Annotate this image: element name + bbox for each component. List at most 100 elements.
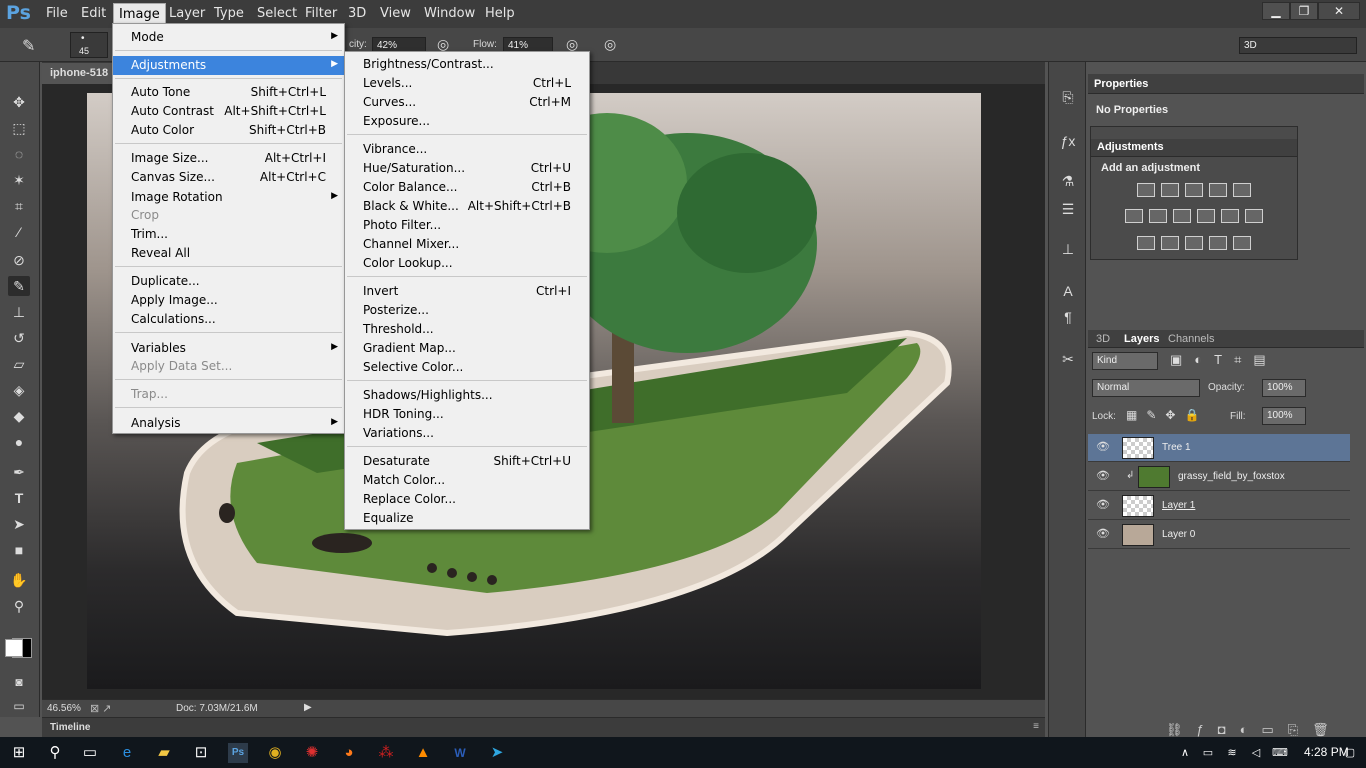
menu-item-shadows-highlights[interactable]: Shadows/Highlights...	[345, 386, 589, 405]
menu-item-curves[interactable]: Curves... Ctrl+M	[345, 93, 589, 112]
layer-row[interactable]: 👁 Tree 1	[1088, 434, 1350, 462]
layer-name[interactable]: Layer 0	[1162, 529, 1195, 540]
curves-icon[interactable]	[1185, 183, 1203, 197]
menu-item-replace-color[interactable]: Replace Color...	[345, 490, 589, 509]
menu-item-calculations[interactable]: Calculations...	[113, 310, 344, 329]
visibility-eye-icon[interactable]: 👁	[1096, 440, 1110, 453]
menu-select[interactable]: Select	[257, 6, 297, 21]
status-menu-arrow-icon[interactable]: ▶	[304, 702, 312, 713]
menu-item-invert[interactable]: Invert Ctrl+I	[345, 282, 589, 301]
crop-tool-icon[interactable]: ⌗	[8, 196, 30, 216]
paint-bucket-icon[interactable]: ◈	[8, 380, 30, 400]
menu-3d[interactable]: 3D	[348, 6, 366, 21]
layer-opacity-input[interactable]: 100%	[1262, 379, 1306, 397]
vlc-icon[interactable]: ▲	[413, 743, 433, 763]
channel-mixer-icon[interactable]	[1221, 209, 1239, 223]
posterize-icon[interactable]	[1161, 236, 1179, 250]
photo-filter-icon[interactable]	[1197, 209, 1215, 223]
rectangle-tool-icon[interactable]: ■	[8, 540, 30, 560]
dodge-tool-icon[interactable]: ●	[8, 432, 30, 452]
firefox-icon[interactable]: ◕	[339, 743, 359, 763]
app-red-icon[interactable]: ✺	[302, 743, 322, 763]
menu-item-black-white[interactable]: Black & White... Alt+Shift+Ctrl+B	[345, 197, 589, 216]
menu-item-equalize[interactable]: Equalize	[345, 509, 589, 528]
battery-icon[interactable]: ▭	[1198, 743, 1218, 763]
tool-presets-icon[interactable]: ✂	[1057, 348, 1079, 370]
document-tab[interactable]: iphone-518	[42, 63, 117, 84]
menu-item-analysis[interactable]: Analysis ▶	[113, 414, 344, 433]
pressure-size-icon[interactable]: ◎	[604, 36, 616, 53]
eraser-icon[interactable]: ▱	[8, 354, 30, 374]
zoom-level[interactable]: 46.56%	[47, 703, 81, 714]
menu-item-channel-mixer[interactable]: Channel Mixer...	[345, 235, 589, 254]
visibility-eye-icon[interactable]: 👁	[1096, 527, 1110, 540]
fill-input[interactable]: 100%	[1262, 407, 1306, 425]
tab-adjustments[interactable]: Adjustments	[1097, 141, 1164, 153]
paragraph-panel-icon[interactable]: ¶	[1057, 306, 1079, 328]
layer-filter-select[interactable]: Kind	[1092, 352, 1158, 370]
volume-icon[interactable]: ◁	[1246, 743, 1266, 763]
brush-preset-picker[interactable]: • 45	[70, 32, 108, 58]
character-panel-icon[interactable]: A	[1057, 280, 1079, 302]
menu-item-exposure[interactable]: Exposure...	[345, 112, 589, 131]
menu-item-desaturate[interactable]: Desaturate Shift+Ctrl+U	[345, 452, 589, 471]
tab-layers[interactable]: Layers	[1124, 333, 1159, 345]
hue-saturation-icon[interactable]	[1125, 209, 1143, 223]
menu-item-canvas-size[interactable]: Canvas Size... Alt+Ctrl+C	[113, 168, 344, 187]
menu-item-levels[interactable]: Levels... Ctrl+L	[345, 74, 589, 93]
layer-row[interactable]: 👁 Layer 1	[1088, 492, 1350, 520]
visibility-eye-icon[interactable]: 👁	[1096, 498, 1110, 511]
history-brush-icon[interactable]: ↺	[8, 328, 30, 348]
vibrance-icon[interactable]	[1233, 183, 1251, 197]
language-icon[interactable]: ⌨	[1270, 743, 1290, 763]
menu-item-brightness-contrast[interactable]: Brightness/Contrast...	[345, 55, 589, 74]
brush-tool-icon[interactable]: ✎	[22, 36, 35, 56]
menu-item-reveal-all[interactable]: Reveal All	[113, 244, 344, 263]
workspace-select[interactable]: 3D	[1239, 37, 1357, 54]
invert-icon[interactable]	[1137, 236, 1155, 250]
brightness-icon[interactable]	[1137, 183, 1155, 197]
gradient-map-icon[interactable]	[1233, 236, 1251, 250]
healing-brush-icon[interactable]: ⊘	[8, 250, 30, 270]
menu-item-variations[interactable]: Variations...	[345, 424, 589, 443]
menu-item-color-lookup[interactable]: Color Lookup...	[345, 254, 589, 273]
menu-item-selective-color[interactable]: Selective Color...	[345, 358, 589, 377]
brush-tool-icon[interactable]: ✎	[8, 276, 30, 296]
history-panel-icon[interactable]: ⎘	[1057, 86, 1079, 108]
notifications-icon[interactable]: ▢	[1340, 743, 1360, 763]
file-explorer-icon[interactable]: ▰	[154, 743, 174, 763]
menu-filter[interactable]: Filter	[305, 6, 337, 21]
menu-type[interactable]: Type	[214, 6, 244, 21]
menu-item-apply-image[interactable]: Apply Image...	[113, 291, 344, 310]
menu-window[interactable]: Window	[424, 6, 475, 21]
edge-icon[interactable]: e	[117, 743, 137, 763]
menu-item-mode[interactable]: Mode ▶	[113, 28, 344, 47]
menu-item-vibrance[interactable]: Vibrance...	[345, 140, 589, 159]
menu-item-variables[interactable]: Variables ▶	[113, 339, 344, 358]
blend-mode-select[interactable]: Normal	[1092, 379, 1200, 397]
windows-start-icon[interactable]: ⊞	[9, 743, 29, 763]
search-icon[interactable]: ⚲	[45, 743, 65, 763]
wifi-icon[interactable]: ≋	[1222, 743, 1242, 763]
close-button[interactable]: ✕	[1318, 2, 1360, 20]
foreground-color-swatch[interactable]	[5, 639, 23, 657]
quick-mask-icon[interactable]: ◙	[8, 672, 30, 692]
menu-item-photo-filter[interactable]: Photo Filter...	[345, 216, 589, 235]
tab-properties[interactable]: Properties	[1094, 78, 1148, 90]
layer-name[interactable]: Layer 1	[1162, 500, 1195, 511]
menu-item-adjustments[interactable]: Adjustments ▶	[113, 56, 344, 75]
type-tool-icon[interactable]: T	[8, 488, 30, 508]
chrome-icon[interactable]: ◉	[265, 743, 285, 763]
menu-item-hdr-toning[interactable]: HDR Toning...	[345, 405, 589, 424]
menu-item-match-color[interactable]: Match Color...	[345, 471, 589, 490]
path-selection-icon[interactable]: ➤	[8, 514, 30, 534]
visibility-eye-icon[interactable]: 👁	[1096, 469, 1110, 482]
menu-item-auto-tone[interactable]: Auto Tone Shift+Ctrl+L	[113, 83, 344, 102]
threshold-icon[interactable]	[1185, 236, 1203, 250]
layer-name[interactable]: grassy_field_by_foxstox	[1178, 471, 1285, 482]
brush-panel-icon[interactable]: ☰	[1057, 198, 1079, 220]
hand-tool-icon[interactable]: ✋	[8, 570, 30, 590]
menu-item-color-balance[interactable]: Color Balance... Ctrl+B	[345, 178, 589, 197]
blur-tool-icon[interactable]: ◆	[8, 406, 30, 426]
menu-edit[interactable]: Edit	[81, 6, 106, 21]
